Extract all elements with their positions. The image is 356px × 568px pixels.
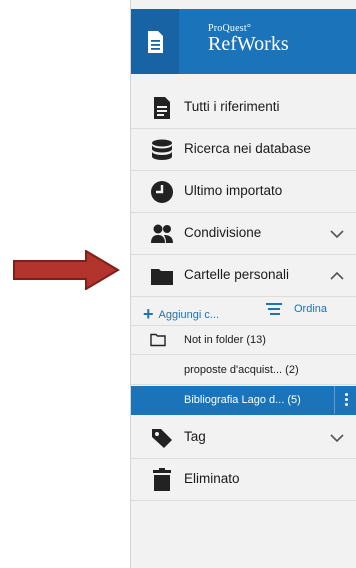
- folder-proposte[interactable]: proposte d'acquist... (2): [131, 356, 356, 385]
- nav-deleted-label: Eliminato: [184, 471, 240, 486]
- nav-tags-label: Tag: [184, 429, 206, 444]
- users-icon: [151, 224, 173, 243]
- folder-label: Not in folder (13): [184, 334, 266, 346]
- trash-icon: [153, 468, 171, 491]
- nav-my-folders[interactable]: Cartelle personali: [131, 255, 356, 297]
- add-folder-button[interactable]: + Aggiungi c...: [143, 302, 220, 324]
- nav-last-imported-label: Ultimo importato: [184, 183, 283, 198]
- chevron-down-icon[interactable]: [329, 226, 345, 242]
- nav-sharing[interactable]: Condivisione: [131, 213, 356, 255]
- folder-not-in-folder[interactable]: Not in folder (13): [131, 326, 356, 355]
- more-options-icon[interactable]: [334, 386, 356, 414]
- nav-database-search-label: Ricerca nei database: [184, 141, 311, 156]
- sort-folders-label: Ordina: [294, 303, 328, 315]
- app-header: ProQuest° RefWorks: [131, 9, 356, 74]
- folder-icon: [151, 269, 173, 285]
- nav-all-references-label: Tutti i riferimenti: [184, 99, 280, 114]
- nav-deleted[interactable]: Eliminato: [131, 459, 356, 501]
- nav-tags[interactable]: Tag: [131, 417, 356, 459]
- nav-sharing-label: Condivisione: [184, 225, 262, 240]
- sidebar-panel: ProQuest° RefWorks Tutti i riferimenti R…: [130, 0, 356, 568]
- folder-label: Bibliografia Lago d... (5): [184, 394, 301, 406]
- folder-bibliografia-selected[interactable]: Bibliografia Lago d... (5): [131, 386, 356, 415]
- document-icon: [154, 97, 170, 119]
- folder-label: proposte d'acquist... (2): [184, 364, 299, 376]
- document-logo-icon[interactable]: [131, 9, 179, 74]
- add-folder-label: Aggiungi c...: [158, 309, 220, 321]
- nav-my-folders-label: Cartelle personali: [184, 267, 290, 282]
- nav-database-search[interactable]: Ricerca nei database: [131, 129, 356, 171]
- brand-refworks: RefWorks: [208, 33, 289, 55]
- folder-outline-icon: [150, 333, 166, 347]
- tag-icon: [152, 429, 172, 448]
- sort-icon: [266, 303, 282, 316]
- plus-icon: +: [143, 304, 154, 324]
- sort-folders-button[interactable]: Ordina: [266, 303, 328, 316]
- chevron-up-icon[interactable]: [329, 268, 345, 284]
- folders-toolbar: + Aggiungi c... Ordina: [131, 295, 356, 326]
- nav-last-imported[interactable]: Ultimo importato: [131, 171, 356, 213]
- nav-all-references[interactable]: Tutti i riferimenti: [131, 87, 356, 129]
- red-arrow-annotation: [13, 250, 120, 290]
- database-icon: [152, 139, 172, 160]
- clock-icon: [151, 181, 173, 203]
- chevron-down-icon[interactable]: [329, 430, 345, 446]
